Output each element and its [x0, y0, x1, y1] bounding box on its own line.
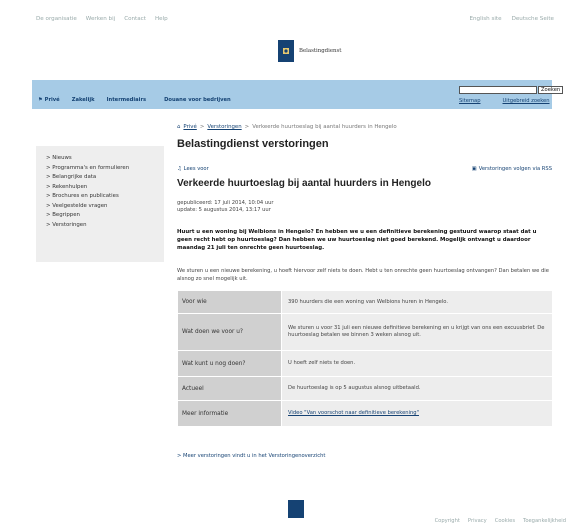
breadcrumb-separator: > — [199, 124, 205, 130]
link-organisatie[interactable]: De organisatie — [36, 16, 77, 22]
article-body: We sturen u een nieuwe berekening, u hoe… — [177, 268, 549, 282]
search-button[interactable]: Zoeken — [538, 86, 564, 94]
table-key: Actueel — [177, 376, 282, 401]
sidebar-item-belangrijke-data[interactable]: > Belangrijke data — [46, 173, 164, 183]
article-meta: gepubliceerd: 17 juli 2014, 10:04 uur up… — [177, 200, 274, 214]
table-value: U hoeft zelf niets te doen. — [281, 350, 553, 377]
breadcrumb-prive[interactable]: Privé — [183, 124, 196, 130]
breadcrumb: ⌂ Privé > Verstoringen > Verkeerde huurt… — [177, 124, 397, 130]
footer-copyright[interactable]: Copyright — [435, 518, 460, 524]
sidebar-item-veelgestelde-vragen[interactable]: > Veelgestelde vragen — [46, 202, 164, 212]
rss-icon: ▣ — [471, 166, 477, 172]
table-key: Voor wie — [177, 290, 282, 314]
footer-links: Copyright Privacy Cookies Toegankelijkhe… — [435, 518, 566, 524]
table-key: Wat kunt u nog doen? — [177, 350, 282, 377]
article-title: Verkeerde huurtoeslag bij aantal huurder… — [177, 178, 431, 189]
link-help[interactable]: Help — [155, 16, 168, 22]
table-key: Wat doen we voor u? — [177, 313, 282, 351]
table-value: Video "Van voorschot naar definitieve be… — [281, 400, 553, 427]
nav-zakelijk[interactable]: Zakelijk — [72, 97, 95, 103]
updated-date: update: 5 augustus 2014, 13:17 uur — [177, 207, 271, 213]
top-left-links: De organisatie Werken bij Contact Help — [36, 16, 168, 22]
breadcrumb-current: Verkeerde huurtoeslag bij aantal huurder… — [252, 124, 397, 130]
sidebar-item-programmas[interactable]: > Programma's en formulieren — [46, 164, 164, 174]
footer-privacy[interactable]: Privacy — [468, 518, 487, 524]
link-deutsche-seite[interactable]: Deutsche Seite — [512, 16, 554, 22]
speaker-icon: ♫ — [177, 166, 182, 172]
footer-cookies[interactable]: Cookies — [495, 518, 515, 524]
top-utility-bar: De organisatie Werken bij Contact Help E… — [0, 0, 582, 36]
logo-text: Belastingdienst — [299, 48, 342, 54]
table-row: Wat doen we voor u? We sturen u voor 31 … — [177, 313, 553, 351]
table-value: 390 huurders die een woning van Welbions… — [281, 290, 553, 314]
nav-prive[interactable]: ⚑ Privé — [38, 97, 60, 103]
link-contact[interactable]: Contact — [124, 16, 146, 22]
table-row: Actueel De huurtoeslag is op 5 augustus … — [177, 376, 553, 401]
article-intro: Huurt u een woning bij Welbions in Henge… — [177, 229, 537, 251]
link-english-site[interactable]: English site — [469, 16, 501, 22]
published-date: gepubliceerd: 17 juli 2014, 10:04 uur — [177, 200, 274, 206]
main-nav: ⚑ Privé Zakelijk Intermediairs Douane vo… — [32, 80, 564, 109]
info-table: Voor wie 390 huurders die een woning van… — [177, 290, 553, 427]
table-row: Voor wie 390 huurders die een woning van… — [177, 290, 553, 314]
rss-follow-link[interactable]: ▣ Verstoringen volgen via RSS — [472, 166, 552, 172]
sitemap-link[interactable]: Sitemap — [459, 98, 481, 104]
sidebar: > Nieuws > Programma's en formulieren > … — [36, 146, 164, 262]
nav-douane[interactable]: Douane voor bedrijven — [164, 97, 231, 103]
video-link[interactable]: Video "Van voorschot naar definitieve be… — [288, 410, 419, 416]
table-row: Wat kunt u nog doen? U hoeft zelf niets … — [177, 350, 553, 377]
footer-brand-block — [288, 500, 304, 518]
table-key: Meer informatie — [177, 400, 282, 427]
advanced-search-link[interactable]: Uitgebreid zoeken — [503, 98, 550, 104]
table-row: Meer informatie Video "Van voorschot naa… — [177, 400, 553, 427]
top-right-links: English site Deutsche Seite — [469, 16, 554, 22]
home-icon: ⚑ — [38, 97, 43, 103]
link-werken-bij[interactable]: Werken bij — [86, 16, 115, 22]
sidebar-item-nieuws[interactable]: > Nieuws — [46, 154, 164, 164]
nav-intermediairs[interactable]: Intermediairs — [107, 97, 147, 103]
table-value: We sturen u voor 31 juli een nieuwe defi… — [281, 313, 553, 351]
breadcrumb-separator: > — [244, 124, 250, 130]
more-disruptions-link[interactable]: > Meer verstoringen vindt u in het Verst… — [177, 453, 325, 459]
footer-accessibility[interactable]: Toegankelijkheid — [523, 518, 566, 524]
sidebar-item-verstoringen[interactable]: > Verstoringen — [46, 221, 164, 231]
breadcrumb-verstoringen[interactable]: Verstoringen — [207, 124, 241, 130]
table-value: De huurtoeslag is op 5 augustus alsnog u… — [281, 376, 553, 401]
search-input[interactable] — [459, 86, 537, 94]
sidebar-item-brochures[interactable]: > Brochures en publicaties — [46, 192, 164, 202]
sidebar-item-begrippen[interactable]: > Begrippen — [46, 211, 164, 221]
crest-icon — [278, 40, 294, 62]
sidebar-item-rekenhulpen[interactable]: > Rekenhulpen — [46, 183, 164, 193]
site-logo[interactable]: Belastingdienst — [278, 40, 341, 62]
home-icon: ⌂ — [177, 124, 181, 130]
page-title: Belastingdienst verstoringen — [177, 138, 329, 150]
read-aloud-button[interactable]: ♫ Lees voor — [177, 166, 209, 172]
